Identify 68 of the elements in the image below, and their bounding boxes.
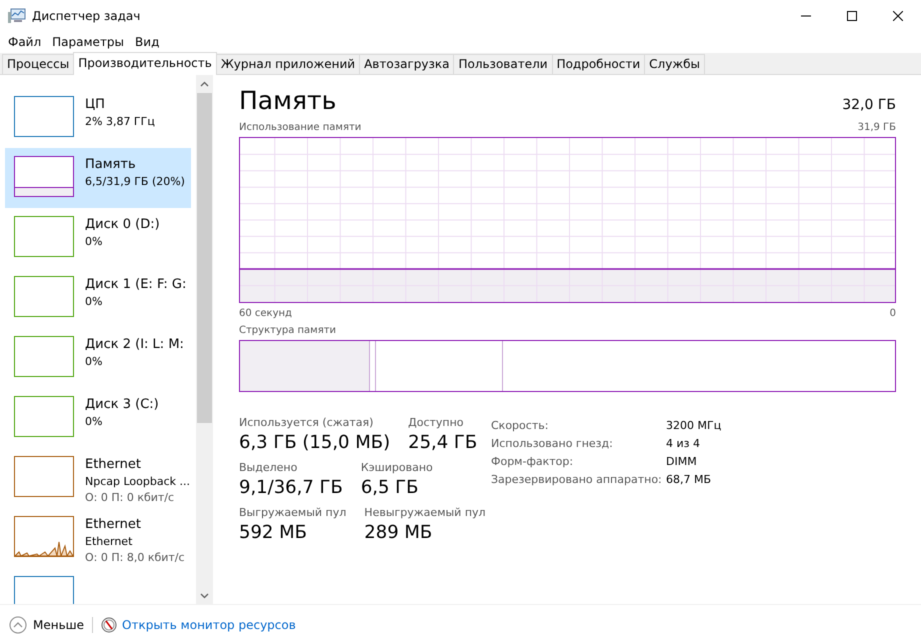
- detail-value: 3200 МГц: [666, 418, 722, 433]
- detail-value: 68,7 МБ: [666, 472, 712, 487]
- item-title: Диск 1 (E: F: G:: [85, 276, 186, 294]
- sidebar-item[interactable]: Диск 0 (D:) 0%: [5, 208, 191, 268]
- sidebar-item[interactable]: Ethernet Npcap Loopback ... О: 0 П: 0 кбит/с: [5, 448, 191, 508]
- menu-item[interactable]: Параметры: [48, 35, 128, 49]
- monitor-chart-icon: [8, 8, 26, 24]
- sidebar-item[interactable]: Диск 2 (I: L: M: 0%: [5, 328, 191, 388]
- item-title: Диск 2 (I: L: M:: [85, 336, 184, 354]
- panel-title: Память: [239, 85, 336, 117]
- item-detail: 0%: [85, 234, 104, 250]
- axis-label: 60 секунд: [239, 308, 292, 320]
- stat-value: 6,5 ГБ: [360, 476, 420, 500]
- tab[interactable]: Службы: [644, 54, 706, 74]
- menu-item[interactable]: Файл: [4, 35, 46, 49]
- chart-caption: Использование памяти: [239, 122, 362, 134]
- stat-label: Невыгружаемый пул: [364, 506, 486, 520]
- close-icon: [893, 10, 903, 20]
- item-detail: 0%: [85, 414, 104, 430]
- stat-label: Используется (сжатая): [239, 416, 374, 430]
- chart-caption: Структура памяти: [239, 325, 336, 337]
- detail-value: 4 из 4: [666, 436, 701, 451]
- stat-value: 289 МБ: [364, 521, 434, 545]
- item-title: Ethernet: [85, 456, 142, 474]
- detail-label: Форм-фактор:: [491, 454, 574, 469]
- tab[interactable]: Производительность: [73, 52, 217, 75]
- menu-item[interactable]: Вид: [131, 35, 164, 49]
- stat-value: 9,1/36,7 ГБ: [239, 476, 343, 500]
- item-detail: Ethernet: [85, 534, 134, 550]
- sidebar-item[interactable]: Диск 3 (C:) 0%: [5, 388, 191, 448]
- sidebar-item[interactable]: Диск 1 (E: F: G: 0%: [5, 268, 191, 328]
- stat-label: Доступно: [408, 416, 465, 430]
- item-detail: 6,5/31,9 ГБ (20%): [85, 174, 185, 190]
- item-title: Диск 3 (C:): [85, 396, 159, 414]
- tab[interactable]: Процессы: [2, 54, 74, 74]
- item-title: Ethernet: [85, 516, 142, 534]
- stat-value: 6,3 ГБ (15,0 МБ): [239, 431, 390, 455]
- item-title: Диск 0 (D:): [85, 216, 160, 234]
- detail-label: Скорость:: [491, 418, 550, 433]
- detail-value: DIMM: [666, 454, 698, 469]
- item-title: ЦП: [85, 96, 106, 114]
- sidebar-item[interactable]: ЦП 2% 3,87 ГГц: [5, 88, 191, 148]
- item-detail: 2% 3,87 ГГц: [85, 114, 155, 130]
- chart-max-label: 31,9 ГБ: [858, 122, 896, 134]
- item-detail: 0%: [85, 294, 104, 310]
- sidebar-item[interactable]: Память 6,5/31,9 ГБ (20%): [5, 148, 191, 208]
- item-detail: 0%: [85, 354, 104, 370]
- stat-value: 592 МБ: [239, 521, 308, 545]
- sidebar-item[interactable]: Ethernet Ethernet О: 0 П: 8,0 кбит/с: [5, 508, 191, 568]
- window-title: Диспетчер задач: [32, 8, 142, 22]
- detail-label: Использовано гнезд:: [491, 436, 614, 451]
- detail-label: Зарезервировано аппаратно:: [491, 472, 663, 487]
- item-detail: О: 0 П: 0 кбит/с: [85, 490, 176, 506]
- axis-label: 0: [890, 308, 896, 320]
- item-detail: Npcap Loopback ...: [85, 474, 190, 490]
- maximize-icon: [847, 10, 857, 20]
- stat-label: Кэшировано: [360, 461, 433, 475]
- resource-monitor-link[interactable]: Открыть монитор ресурсов: [101, 616, 296, 632]
- stat-label: Выгружаемый пул: [239, 506, 346, 520]
- gauge-icon: [101, 616, 118, 632]
- fewer-details-button[interactable]: Меньше: [9, 616, 84, 634]
- scrollbar[interactable]: [196, 75, 213, 604]
- memory-total: 32,0 ГБ: [842, 97, 896, 115]
- stat-label: Выделено: [239, 461, 298, 475]
- item-detail: О: 0 П: 8,0 кбит/с: [85, 550, 185, 566]
- item-title: Память: [85, 156, 137, 174]
- chevron-up-icon: [9, 616, 27, 634]
- stat-value: 25,4 ГБ: [408, 431, 478, 455]
